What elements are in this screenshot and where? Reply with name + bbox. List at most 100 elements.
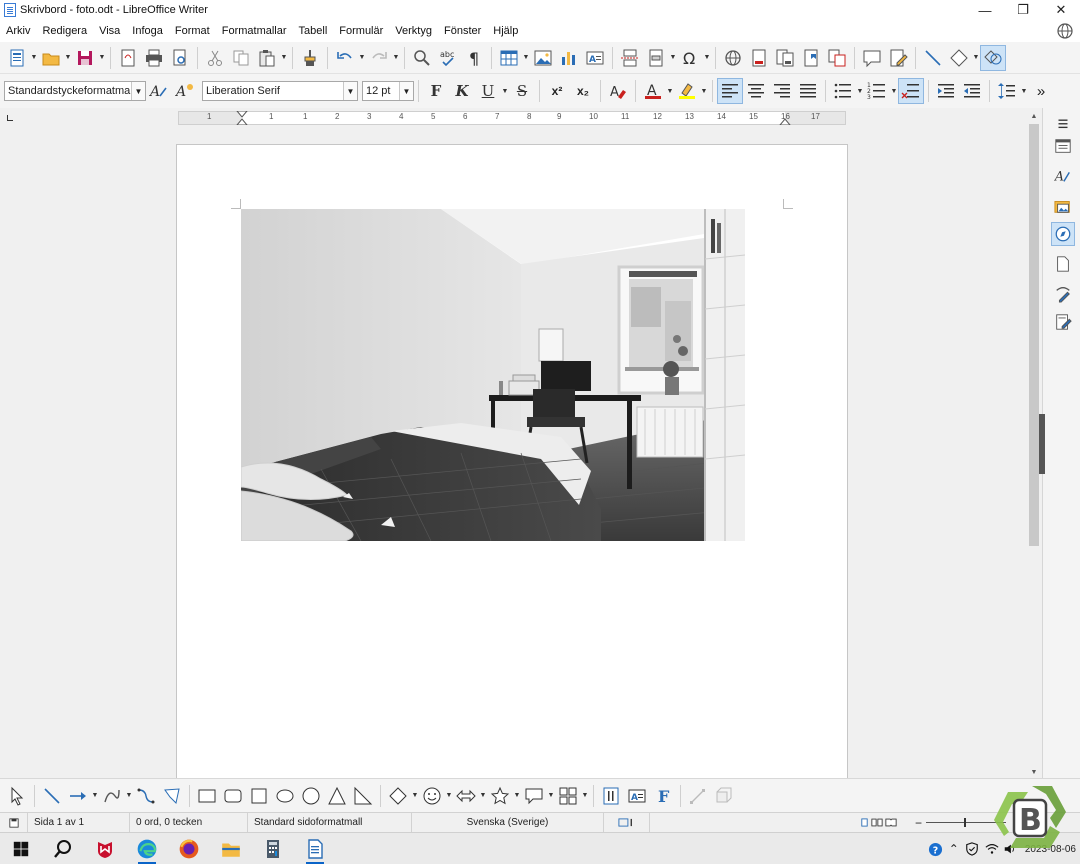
justify-button[interactable] bbox=[795, 78, 821, 104]
block-arrows-button[interactable] bbox=[453, 783, 479, 809]
sidebar-manage-changes-button[interactable] bbox=[1051, 310, 1075, 334]
arrow-dropdown[interactable]: ▼ bbox=[91, 783, 99, 809]
insert-endnote-button[interactable] bbox=[772, 45, 798, 71]
taskbar-libreoffice-writer[interactable] bbox=[294, 833, 336, 864]
unordered-list-dropdown[interactable]: ▼ bbox=[856, 78, 864, 104]
unordered-list-button[interactable] bbox=[830, 78, 856, 104]
horizontal-ruler[interactable]: 1 1 1 2 3 4 5 6 7 8 9 10 11 12 13 14 15 … bbox=[178, 111, 846, 125]
menu-formular[interactable]: Formulär bbox=[339, 25, 383, 37]
italic-button[interactable]: K bbox=[449, 78, 475, 104]
sidebar-collapse-handle[interactable] bbox=[1039, 414, 1045, 474]
menu-verktyg[interactable]: Verktyg bbox=[395, 25, 432, 37]
sidebar-properties-button[interactable] bbox=[1051, 134, 1075, 158]
special-char-dropdown[interactable]: ▼ bbox=[703, 45, 711, 71]
single-page-view-icon[interactable] bbox=[860, 818, 869, 827]
tray-expand-icon[interactable]: ⌃ bbox=[949, 842, 959, 856]
sidebar-menu-button[interactable] bbox=[1051, 112, 1075, 136]
highlight-color-button[interactable] bbox=[674, 78, 700, 104]
paste-button[interactable] bbox=[254, 45, 280, 71]
tab-type-selector[interactable] bbox=[7, 115, 13, 121]
menu-format[interactable]: Format bbox=[175, 25, 210, 37]
ellipse-button[interactable] bbox=[272, 783, 298, 809]
basic-shapes-button[interactable] bbox=[946, 45, 972, 71]
sidebar-page-button[interactable] bbox=[1051, 252, 1075, 276]
strikethrough-button[interactable]: S bbox=[509, 78, 535, 104]
font-color-dropdown[interactable]: ▼ bbox=[666, 78, 674, 104]
bedroom-photo[interactable] bbox=[241, 209, 745, 541]
vertical-text-button[interactable] bbox=[598, 783, 624, 809]
block-arrows-dropdown[interactable]: ▼ bbox=[479, 783, 487, 809]
font-size-select[interactable]: 12 pt ▼ bbox=[362, 81, 414, 101]
globe-icon[interactable] bbox=[1056, 22, 1074, 40]
curve-dropdown[interactable]: ▼ bbox=[125, 783, 133, 809]
align-center-button[interactable] bbox=[743, 78, 769, 104]
menu-arkiv[interactable]: Arkiv bbox=[6, 25, 30, 37]
paste-dropdown[interactable]: ▼ bbox=[280, 45, 288, 71]
minimize-button[interactable]: — bbox=[966, 0, 1004, 20]
select-button[interactable] bbox=[4, 783, 30, 809]
draw-curve-button[interactable] bbox=[99, 783, 125, 809]
start-button[interactable] bbox=[0, 833, 42, 864]
connector-button[interactable] bbox=[133, 783, 159, 809]
security-shield-icon[interactable] bbox=[965, 842, 979, 856]
font-color-button[interactable]: A bbox=[640, 78, 666, 104]
scroll-up-icon[interactable]: ▲ bbox=[1026, 110, 1042, 122]
save-dropdown[interactable]: ▼ bbox=[98, 45, 106, 71]
export-pdf-button[interactable] bbox=[115, 45, 141, 71]
draw-functions-button[interactable] bbox=[980, 44, 1006, 71]
menu-formatmallar[interactable]: Formatmallar bbox=[222, 25, 287, 37]
insert-table-button[interactable] bbox=[496, 45, 522, 71]
insert-line-button[interactable] bbox=[920, 45, 946, 71]
font-name-select[interactable]: Liberation Serif ▼ bbox=[202, 81, 358, 101]
menu-redigera[interactable]: Redigera bbox=[42, 25, 87, 37]
save-button[interactable] bbox=[72, 45, 98, 71]
clear-formatting-button[interactable]: A bbox=[605, 78, 631, 104]
taskbar-calculator[interactable] bbox=[252, 833, 294, 864]
insert-special-char-button[interactable]: Ω bbox=[677, 45, 703, 71]
menu-visa[interactable]: Visa bbox=[99, 25, 120, 37]
align-right-button[interactable] bbox=[769, 78, 795, 104]
taskbar-mcafee[interactable] bbox=[84, 833, 126, 864]
open-dropdown[interactable]: ▼ bbox=[64, 45, 72, 71]
zoom-out-icon[interactable]: − bbox=[915, 816, 922, 830]
new-document-dropdown[interactable]: ▼ bbox=[30, 45, 38, 71]
page-count[interactable]: Sida 1 av 1 bbox=[28, 812, 130, 833]
insert-field-dropdown[interactable]: ▼ bbox=[669, 45, 677, 71]
track-changes-button[interactable] bbox=[885, 45, 911, 71]
flowchart-button[interactable] bbox=[555, 783, 581, 809]
fontwork-button[interactable]: F bbox=[650, 783, 676, 809]
taskbar-firefox[interactable] bbox=[168, 833, 210, 864]
taskbar-file-explorer[interactable] bbox=[210, 833, 252, 864]
copy-button[interactable] bbox=[228, 45, 254, 71]
book-view-icon[interactable] bbox=[885, 818, 897, 827]
symbol-shapes-button[interactable] bbox=[419, 783, 445, 809]
sidebar-styles-button[interactable]: A bbox=[1051, 164, 1075, 188]
new-document-button[interactable] bbox=[4, 45, 30, 71]
insert-comment-button[interactable] bbox=[859, 45, 885, 71]
chevron-down-icon[interactable]: ▼ bbox=[131, 82, 145, 100]
chevron-down-icon[interactable]: ▼ bbox=[343, 82, 357, 100]
stars-button[interactable] bbox=[487, 783, 513, 809]
insert-hyperlink-button[interactable] bbox=[720, 45, 746, 71]
sidebar-style-inspector-button[interactable] bbox=[1051, 282, 1075, 306]
flowchart-dropdown[interactable]: ▼ bbox=[581, 783, 589, 809]
callouts-dropdown[interactable]: ▼ bbox=[547, 783, 555, 809]
increase-indent-button[interactable] bbox=[933, 78, 959, 104]
insert-cross-reference-button[interactable] bbox=[824, 45, 850, 71]
symbol-shapes-dropdown[interactable]: ▼ bbox=[445, 783, 453, 809]
line-spacing-button[interactable] bbox=[994, 78, 1020, 104]
insert-text-box-button[interactable]: A bbox=[624, 783, 650, 809]
redo-button[interactable] bbox=[366, 45, 392, 71]
decrease-indent-button[interactable] bbox=[959, 78, 985, 104]
callouts-button[interactable] bbox=[521, 783, 547, 809]
chevron-down-icon[interactable]: ▼ bbox=[399, 82, 413, 100]
right-indent-marker-icon[interactable] bbox=[779, 111, 791, 125]
menu-tabell[interactable]: Tabell bbox=[299, 25, 328, 37]
basic-shapes-dropdown[interactable]: ▼ bbox=[972, 45, 980, 71]
new-style-button[interactable]: A bbox=[172, 78, 198, 104]
word-count[interactable]: 0 ord, 0 tecken bbox=[130, 812, 248, 833]
sidebar-gallery-button[interactable] bbox=[1051, 194, 1075, 218]
stars-dropdown[interactable]: ▼ bbox=[513, 783, 521, 809]
formatting-marks-button[interactable]: ¶ bbox=[461, 45, 487, 71]
menu-fonster[interactable]: Fönster bbox=[444, 25, 481, 37]
